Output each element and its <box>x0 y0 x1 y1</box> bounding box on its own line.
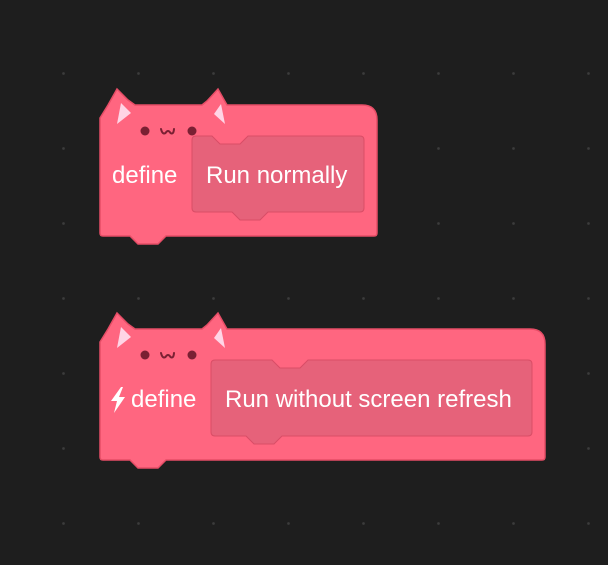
define-hat-block-run-normally[interactable]: define Run normally <box>99 87 380 250</box>
custom-block-label[interactable]: Run without screen refresh <box>225 386 512 414</box>
define-label: define <box>112 162 178 189</box>
custom-block-label[interactable]: Run normally <box>206 162 347 190</box>
cat-face-icon <box>140 126 197 136</box>
scripts-workspace[interactable]: define Run normally define Run without s… <box>0 0 608 565</box>
define-hat-block-run-without-screen-refresh[interactable]: define Run without screen refresh <box>99 311 548 474</box>
cat-face-icon <box>140 350 197 360</box>
define-label: define <box>131 386 197 413</box>
lightning-bolt-icon <box>111 387 125 413</box>
